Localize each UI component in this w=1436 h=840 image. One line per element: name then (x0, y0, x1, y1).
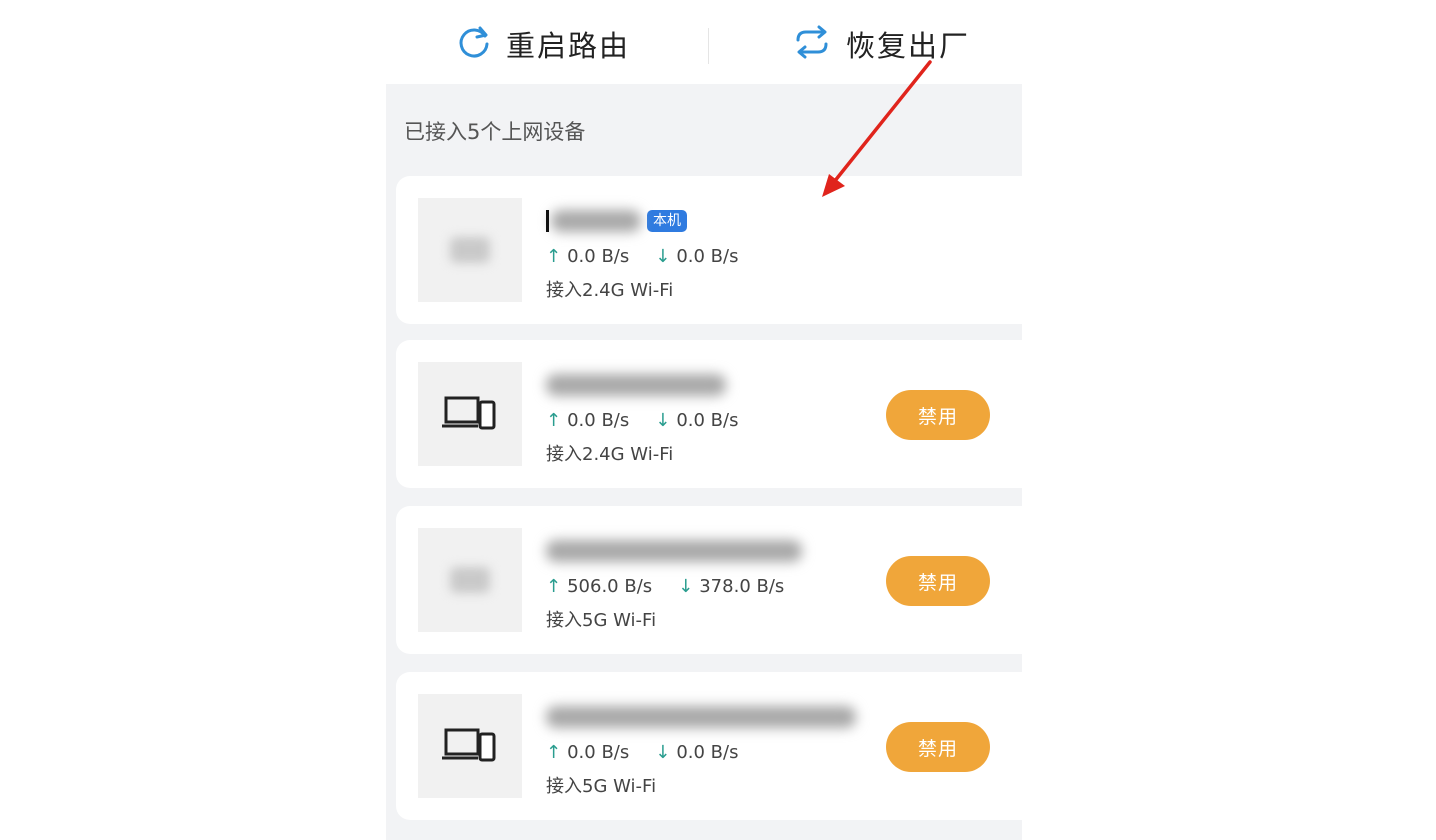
upload-arrow-icon: ↑ (546, 742, 562, 763)
device-card[interactable]: 本机 ↑ 0.0 B/s ↓ 0.0 B/s 接入2.4G Wi-Fi (396, 176, 1022, 324)
device-card[interactable]: ↑ 0.0 B/s ↓ 0.0 B/s 接入5G Wi-Fi 禁用 (396, 672, 1022, 820)
blurred-device-icon (418, 198, 522, 302)
device-name-redacted (546, 706, 856, 728)
upload-speed: 506.0 B/s (567, 576, 653, 597)
device-name-row: 本机 (546, 206, 687, 236)
download-arrow-icon: ↓ (678, 576, 694, 597)
disable-device-button[interactable]: 禁用 (886, 556, 990, 606)
device-card[interactable]: ↑ 506.0 B/s ↓ 378.0 B/s 接入5G Wi-Fi 禁用 (396, 506, 1022, 654)
device-name-row (546, 370, 726, 400)
download-arrow-icon: ↓ (655, 246, 671, 267)
upload-speed: 0.0 B/s (567, 410, 630, 431)
upload-speed: 0.0 B/s (567, 246, 630, 267)
laptop-phone-icon (418, 694, 522, 798)
restart-router-button[interactable]: 重启路由 (456, 18, 630, 70)
download-arrow-icon: ↓ (655, 410, 671, 431)
download-arrow-icon: ↓ (655, 742, 671, 763)
download-speed: 0.0 B/s (676, 410, 739, 431)
laptop-phone-icon (418, 362, 522, 466)
device-name-row (546, 536, 802, 566)
upload-arrow-icon: ↑ (546, 246, 562, 267)
upload-speed: 0.0 B/s (567, 742, 630, 763)
factory-reset-label: 恢复出厂 (846, 29, 971, 63)
download-speed: 0.0 B/s (676, 246, 739, 267)
text-cursor (546, 210, 549, 232)
device-name-redacted (546, 540, 802, 562)
this-device-badge: 本机 (647, 210, 687, 232)
restart-router-label: 重启路由 (506, 29, 631, 63)
device-name-redacted (551, 210, 641, 232)
refresh-icon (456, 24, 492, 64)
disable-device-button[interactable]: 禁用 (886, 722, 990, 772)
router-app-screen: 重启路由 恢复出厂 已接入5个上网设备 本机 ↑ 0.0 B/s ↓ 0.0 B… (386, 0, 1022, 840)
top-action-bar: 重启路由 恢复出厂 (386, 0, 1022, 84)
device-name-row (546, 702, 856, 732)
disable-device-button[interactable]: 禁用 (886, 390, 990, 440)
sync-icon (792, 24, 832, 64)
upload-arrow-icon: ↑ (546, 576, 562, 597)
connection-type: 接入2.4G Wi-Fi (546, 444, 674, 465)
factory-reset-button[interactable]: 恢复出厂 (792, 18, 970, 70)
connection-type: 接入2.4G Wi-Fi (546, 280, 674, 301)
toolbar-divider (708, 28, 709, 64)
device-name-redacted (546, 374, 726, 396)
device-speed: ↑ 506.0 B/s ↓ 378.0 B/s (546, 576, 784, 597)
device-card[interactable]: ↑ 0.0 B/s ↓ 0.0 B/s 接入2.4G Wi-Fi 禁用 (396, 340, 1022, 488)
device-speed: ↑ 0.0 B/s ↓ 0.0 B/s (546, 410, 738, 431)
upload-arrow-icon: ↑ (546, 410, 562, 431)
connected-devices-count: 已接入5个上网设备 (404, 120, 586, 144)
download-speed: 378.0 B/s (699, 576, 785, 597)
device-speed: ↑ 0.0 B/s ↓ 0.0 B/s (546, 246, 738, 267)
connection-type: 接入5G Wi-Fi (546, 610, 657, 631)
device-speed: ↑ 0.0 B/s ↓ 0.0 B/s (546, 742, 738, 763)
connection-type: 接入5G Wi-Fi (546, 776, 657, 797)
download-speed: 0.0 B/s (676, 742, 739, 763)
blurred-device-icon (418, 528, 522, 632)
